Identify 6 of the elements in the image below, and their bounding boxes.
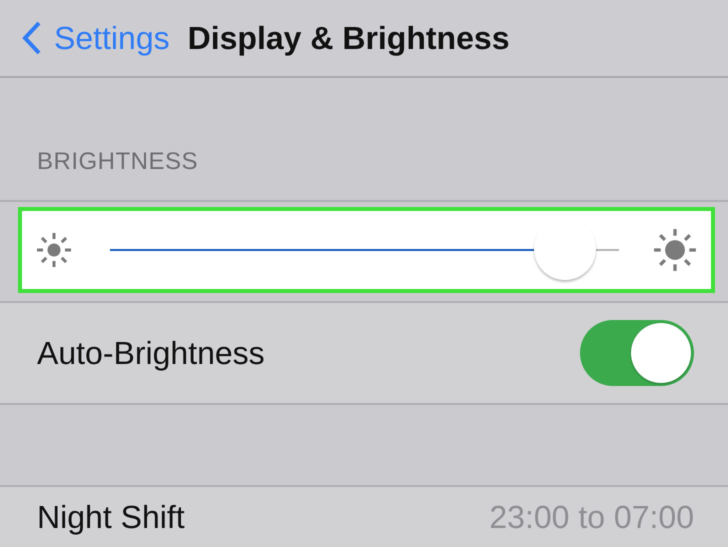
section-header: BRIGHTNESS [0, 148, 728, 202]
setting-label: Night Shift [37, 499, 185, 536]
page-title: Display & Brightness [188, 20, 510, 56]
setting-value: 23:00 to 07:00 [489, 499, 694, 536]
setting-label: Auto-Brightness [37, 334, 265, 372]
back-button[interactable]: Settings [22, 20, 170, 56]
